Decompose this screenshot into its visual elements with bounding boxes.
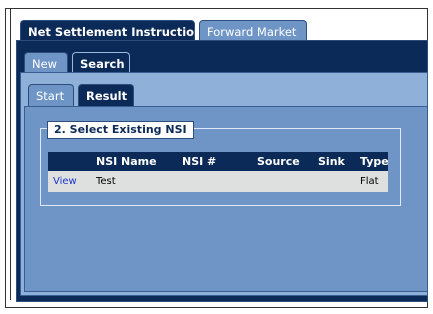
col-nsi-num: NSI # [182, 155, 217, 168]
cell-nsi-name: Test [96, 176, 116, 187]
tab-new[interactable]: New [24, 52, 68, 74]
table-row: View Test Flat [48, 171, 388, 192]
tab-new-label: New [32, 57, 58, 71]
table-header: NSI Name NSI # Source Sink Type [48, 152, 389, 171]
cell-type: Flat [360, 176, 379, 187]
tab-start[interactable]: Start [28, 84, 74, 106]
tab-net-settlement-instruction-label: Net Settlement Instruction [28, 25, 203, 39]
col-type: Type [360, 155, 389, 168]
tab-result[interactable]: Result [78, 84, 134, 106]
col-sink: Sink [318, 155, 345, 168]
section-title: 2. Select Existing NSI [47, 121, 194, 139]
tab-result-label: Result [86, 89, 128, 103]
view-link[interactable]: View [53, 171, 77, 192]
tab-search[interactable]: Search [72, 52, 130, 74]
tab-forward-market-label: Forward Market [207, 25, 297, 39]
tab-search-label: Search [80, 57, 125, 71]
col-source: Source [257, 155, 300, 168]
tab-start-label: Start [36, 89, 65, 103]
tab-forward-market[interactable]: Forward Market [199, 20, 307, 42]
section-title-text: 2. Select Existing NSI [54, 123, 187, 136]
tab-net-settlement-instruction[interactable]: Net Settlement Instruction [20, 20, 202, 42]
col-nsi-name: NSI Name [96, 155, 157, 168]
